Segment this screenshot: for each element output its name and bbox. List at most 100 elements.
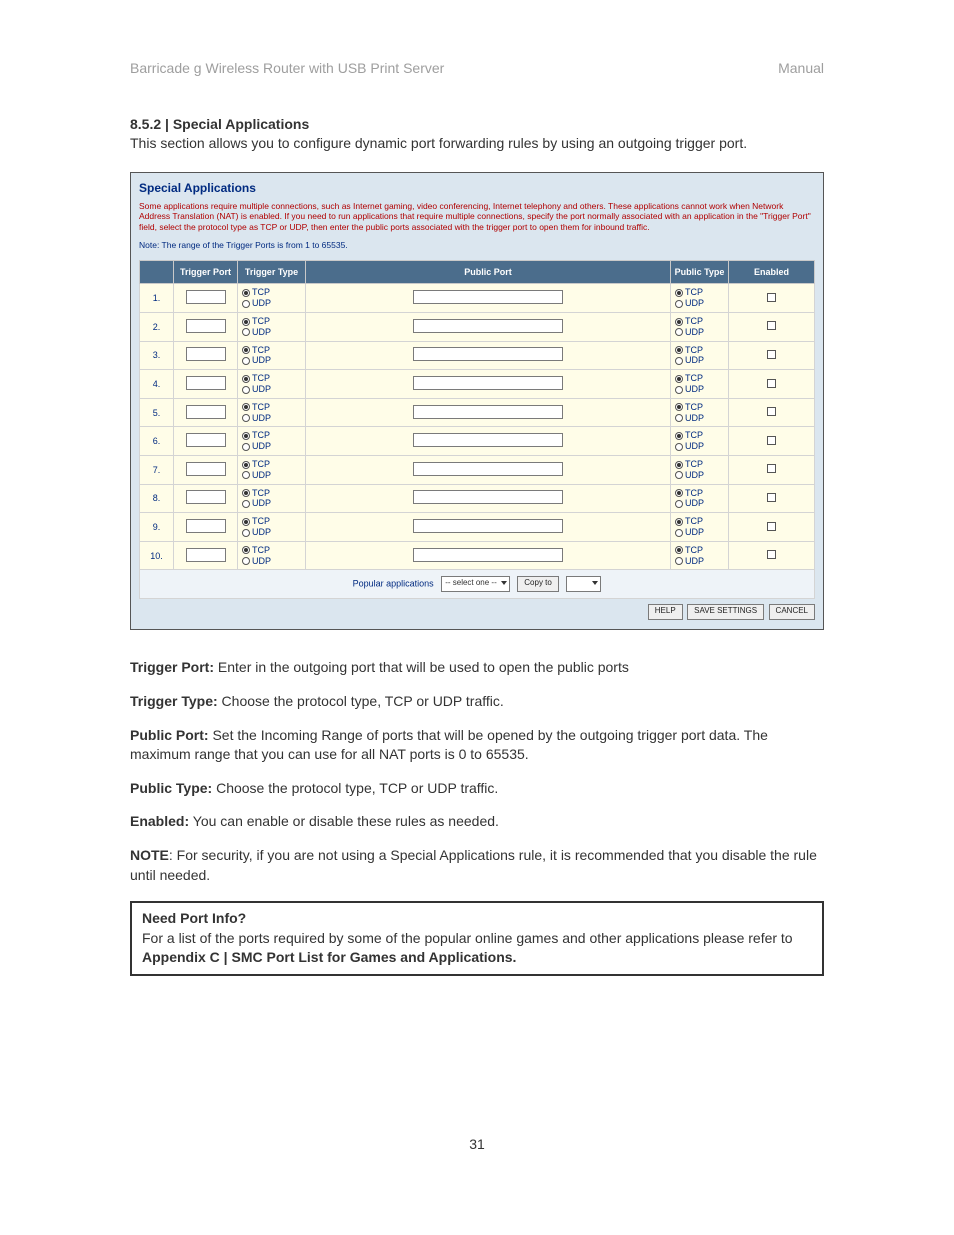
trigger-tcp-radio[interactable] — [242, 546, 250, 554]
public-type-cell: TCPUDP — [671, 484, 729, 513]
trigger-tcp-radio[interactable] — [242, 375, 250, 383]
enabled-cell — [729, 541, 815, 570]
public-tcp-radio[interactable] — [675, 403, 683, 411]
trigger-udp-radio[interactable] — [242, 300, 250, 308]
trigger-port-input[interactable] — [186, 519, 226, 533]
col-trigger-type: Trigger Type — [238, 261, 306, 284]
trigger-tcp-radio[interactable] — [242, 489, 250, 497]
public-port-cell — [306, 513, 671, 542]
trigger-tcp-radio[interactable] — [242, 461, 250, 469]
public-type-cell: TCPUDP — [671, 513, 729, 542]
public-tcp-radio[interactable] — [675, 289, 683, 297]
public-tcp-radio[interactable] — [675, 518, 683, 526]
public-udp-radio[interactable] — [675, 414, 683, 422]
enabled-checkbox[interactable] — [767, 464, 776, 473]
trigger-port-input[interactable] — [186, 433, 226, 447]
trigger-port-input[interactable] — [186, 405, 226, 419]
trigger-port-input[interactable] — [186, 319, 226, 333]
public-port-input[interactable] — [413, 519, 563, 533]
trigger-port-input[interactable] — [186, 462, 226, 476]
public-port-input[interactable] — [413, 405, 563, 419]
public-port-cell — [306, 370, 671, 399]
screenshot-title: Special Applications — [139, 181, 815, 195]
trigger-port-cell — [174, 370, 238, 399]
trigger-port-input[interactable] — [186, 347, 226, 361]
enabled-checkbox[interactable] — [767, 436, 776, 445]
public-udp-radio[interactable] — [675, 471, 683, 479]
public-udp-radio[interactable] — [675, 557, 683, 565]
public-port-input[interactable] — [413, 347, 563, 361]
row-number: 1. — [140, 284, 174, 313]
trigger-port-input[interactable] — [186, 290, 226, 304]
public-port-input[interactable] — [413, 319, 563, 333]
enabled-checkbox[interactable] — [767, 522, 776, 531]
trigger-port-input[interactable] — [186, 376, 226, 390]
trigger-tcp-radio[interactable] — [242, 318, 250, 326]
trigger-udp-radio[interactable] — [242, 357, 250, 365]
trigger-tcp-radio[interactable] — [242, 346, 250, 354]
trigger-tcp-radio[interactable] — [242, 403, 250, 411]
public-tcp-radio[interactable] — [675, 346, 683, 354]
public-udp-radio[interactable] — [675, 500, 683, 508]
trigger-udp-radio[interactable] — [242, 557, 250, 565]
save-settings-button[interactable]: SAVE SETTINGS — [687, 604, 764, 620]
trigger-type-cell: TCPUDP — [238, 313, 306, 342]
public-type-cell: TCPUDP — [671, 456, 729, 485]
public-tcp-radio[interactable] — [675, 432, 683, 440]
public-udp-radio[interactable] — [675, 300, 683, 308]
trigger-udp-radio[interactable] — [242, 328, 250, 336]
enabled-checkbox[interactable] — [767, 379, 776, 388]
public-port-cell — [306, 284, 671, 313]
public-tcp-radio[interactable] — [675, 375, 683, 383]
row-number: 7. — [140, 456, 174, 485]
enabled-checkbox[interactable] — [767, 350, 776, 359]
copy-to-select[interactable] — [566, 576, 601, 592]
enabled-checkbox[interactable] — [767, 550, 776, 559]
public-tcp-radio[interactable] — [675, 318, 683, 326]
copy-to-button[interactable]: Copy to — [517, 576, 559, 592]
trigger-udp-radio[interactable] — [242, 471, 250, 479]
trigger-tcp-radio[interactable] — [242, 518, 250, 526]
public-udp-radio[interactable] — [675, 443, 683, 451]
public-tcp-radio[interactable] — [675, 546, 683, 554]
public-udp-radio[interactable] — [675, 328, 683, 336]
enabled-checkbox[interactable] — [767, 321, 776, 330]
trigger-udp-radio[interactable] — [242, 529, 250, 537]
public-udp-radio[interactable] — [675, 529, 683, 537]
trigger-port-cell — [174, 456, 238, 485]
public-port-input[interactable] — [413, 462, 563, 476]
public-port-input[interactable] — [413, 548, 563, 562]
popular-apps-label: Popular applications — [353, 579, 434, 589]
trigger-port-input[interactable] — [186, 548, 226, 562]
public-port-input[interactable] — [413, 376, 563, 390]
trigger-udp-radio[interactable] — [242, 500, 250, 508]
trigger-port-cell — [174, 313, 238, 342]
trigger-port-cell — [174, 427, 238, 456]
trigger-port-input[interactable] — [186, 490, 226, 504]
trigger-type-cell: TCPUDP — [238, 427, 306, 456]
desc-public-port: Public Port: Set the Incoming Range of p… — [130, 726, 824, 765]
public-udp-radio[interactable] — [675, 386, 683, 394]
enabled-checkbox[interactable] — [767, 493, 776, 502]
public-port-input[interactable] — [413, 490, 563, 504]
help-button[interactable]: HELP — [648, 604, 683, 620]
trigger-type-cell: TCPUDP — [238, 456, 306, 485]
trigger-udp-radio[interactable] — [242, 386, 250, 394]
enabled-checkbox[interactable] — [767, 293, 776, 302]
trigger-udp-radio[interactable] — [242, 414, 250, 422]
trigger-tcp-radio[interactable] — [242, 432, 250, 440]
desc-public-type: Public Type: Choose the protocol type, T… — [130, 779, 824, 799]
trigger-port-cell — [174, 484, 238, 513]
public-type-cell: TCPUDP — [671, 341, 729, 370]
public-udp-radio[interactable] — [675, 357, 683, 365]
public-tcp-radio[interactable] — [675, 461, 683, 469]
trigger-tcp-radio[interactable] — [242, 289, 250, 297]
public-tcp-radio[interactable] — [675, 489, 683, 497]
public-port-input[interactable] — [413, 290, 563, 304]
popular-apps-select[interactable]: -- select one -- — [441, 576, 510, 592]
public-port-cell — [306, 398, 671, 427]
trigger-udp-radio[interactable] — [242, 443, 250, 451]
enabled-checkbox[interactable] — [767, 407, 776, 416]
public-port-input[interactable] — [413, 433, 563, 447]
cancel-button[interactable]: CANCEL — [769, 604, 815, 620]
